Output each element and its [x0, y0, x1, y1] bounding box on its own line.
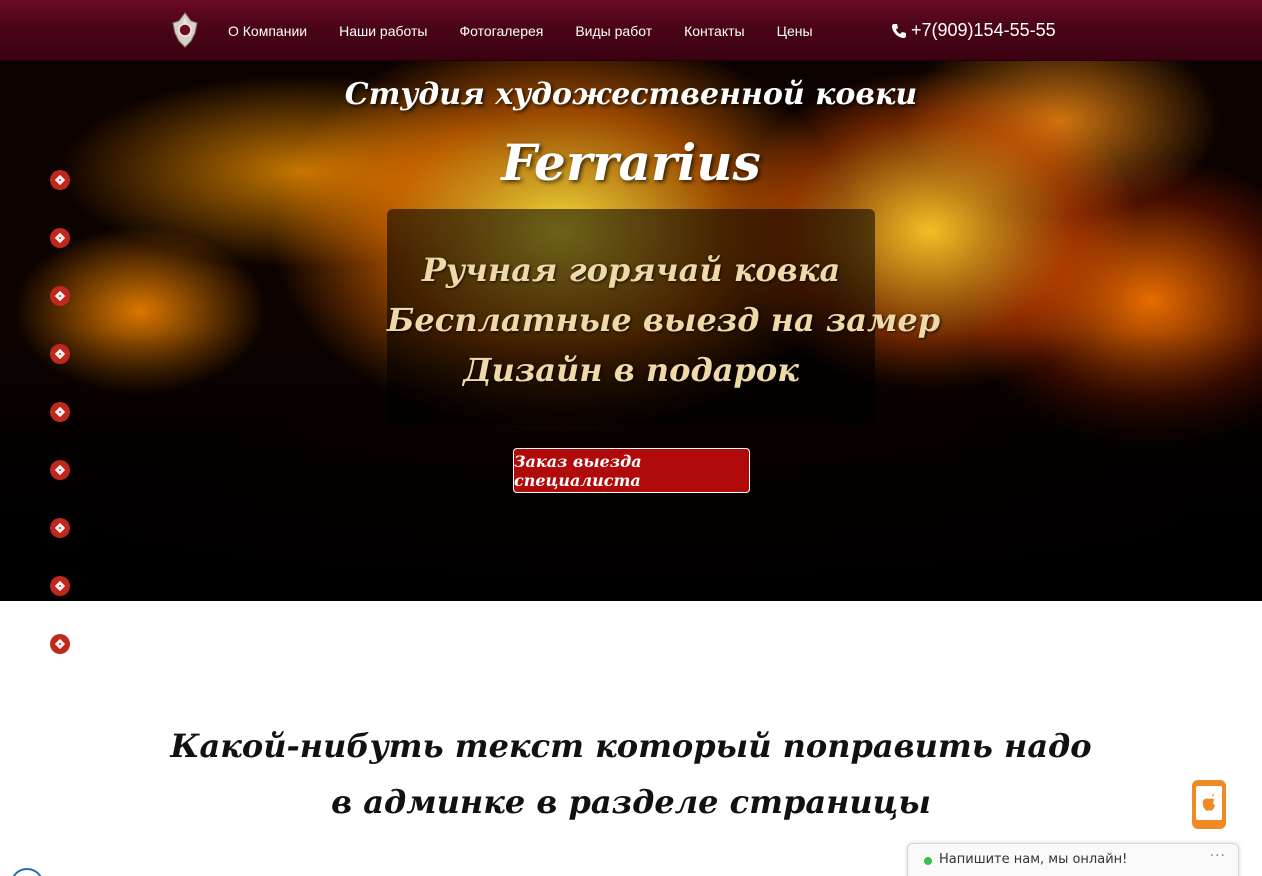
order-specialist-button[interactable]: Заказ выезда специалиста — [513, 448, 750, 493]
link-icon — [54, 580, 66, 592]
side-nav-dot[interactable] — [50, 286, 70, 306]
side-nav-dot[interactable] — [50, 170, 70, 190]
nav-phone-number[interactable]: +7(909)154-55-55 — [911, 20, 1056, 41]
side-nav-dot[interactable] — [50, 344, 70, 364]
top-navbar: О Компании Наши работы Фотогалерея Виды … — [0, 0, 1262, 61]
side-nav-dot[interactable] — [50, 460, 70, 480]
side-nav-dot[interactable] — [50, 634, 70, 654]
nav-item-prices[interactable]: Цены — [777, 23, 813, 39]
nav-item-contacts[interactable]: Контакты — [684, 23, 744, 39]
online-chat-bar[interactable]: Напишите нам, мы онлайн! ··· — [907, 843, 1239, 876]
hero-feature-hot-forging: Ручная горячай ковка — [421, 251, 841, 289]
link-icon — [54, 290, 66, 302]
corner-widget-button[interactable] — [10, 868, 44, 876]
hero-banner: Студия художественной ковки Ferrarius Ру… — [0, 61, 1262, 601]
nav-item-about[interactable]: О Компании — [228, 23, 307, 39]
apple-icon — [1202, 793, 1215, 811]
link-icon — [54, 464, 66, 476]
chat-more-icon[interactable]: ··· — [1210, 848, 1226, 864]
link-icon — [54, 174, 66, 186]
company-logo-icon[interactable] — [169, 11, 201, 49]
hero-title: Студия художественной ковки — [344, 77, 918, 112]
link-icon — [54, 406, 66, 418]
side-nav-dot[interactable] — [50, 228, 70, 248]
chat-prompt-text[interactable]: Напишите нам, мы онлайн! — [939, 852, 1127, 867]
nav-phone[interactable]: +7(909)154-55-55 — [891, 0, 1056, 61]
section-heading-text: Какой-нибуть текст который поправить над… — [170, 727, 1092, 821]
phone-icon — [892, 23, 906, 38]
hero-feature-free-design: Дизайн в подарок — [463, 351, 799, 389]
side-nav-dot[interactable] — [50, 402, 70, 422]
nav-item-work-types[interactable]: Виды работ — [575, 23, 652, 39]
mobile-app-widget[interactable] — [1192, 780, 1226, 829]
online-status-dot — [924, 857, 932, 865]
nav-item-our-works[interactable]: Наши работы — [339, 23, 427, 39]
hero-feature-free-measurement: Бесплатные выезд на замер — [387, 301, 941, 339]
side-nav-dot[interactable] — [50, 518, 70, 538]
nav-item-gallery[interactable]: Фотогалерея — [459, 23, 543, 39]
link-icon — [54, 348, 66, 360]
link-icon — [54, 638, 66, 650]
link-icon — [54, 522, 66, 534]
nav-menu: О Компании Наши работы Фотогалерея Виды … — [228, 0, 845, 61]
link-icon — [54, 232, 66, 244]
hero-brand-name: Ferrarius — [501, 133, 761, 192]
side-nav-dot[interactable] — [50, 576, 70, 596]
